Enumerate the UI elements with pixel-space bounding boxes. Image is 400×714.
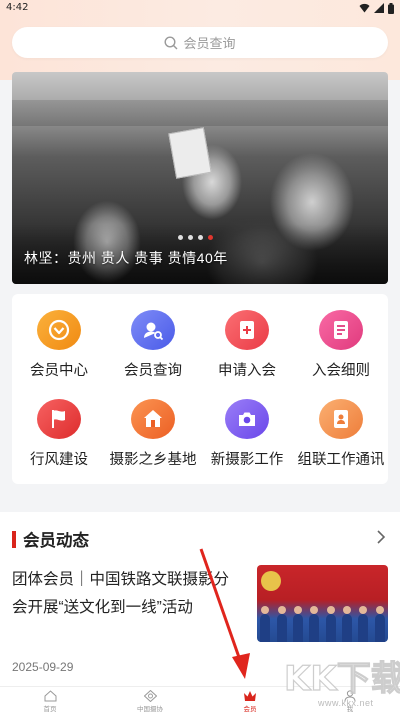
grid-label: 申请入会 [218,363,276,379]
grid-item-liaison-news[interactable]: 组联工作通讯 [294,383,388,469]
search-placeholder: 会员查询 [183,36,236,51]
nav-item-association[interactable]: 中国摄协 [100,687,200,714]
search-bar[interactable]: 会员查询 [12,27,388,58]
contact-book-icon [319,399,363,439]
nav-item-home[interactable]: 首页 [0,687,100,714]
news-item-date: 2025-09-29 [12,660,74,674]
grid-label: 摄影之乡基地 [109,452,197,468]
member-center-icon [37,310,81,350]
watermark-url: www.kkx.net [318,698,374,708]
status-time: 4:42 [6,2,29,13]
flag-icon [37,399,81,439]
banner-photo-sign [168,127,212,179]
thumbnail-people [257,606,388,642]
chevron-right-icon[interactable] [376,529,386,545]
banner-carousel[interactable]: 林坚：贵州 贵人 贵事 贵情40年 [12,72,388,284]
join-rules-icon [319,310,363,350]
news-section-title: 会员动态 [23,532,89,550]
annotation-arrow-icon [199,548,250,679]
nav-label: 中国摄协 [137,706,163,713]
svg-text:KK下载: KK下载 [284,659,400,698]
search-icon [164,35,178,49]
grid-item-member-search[interactable]: 会员查询 [106,294,200,380]
member-search-icon [131,310,175,350]
grid-label: 会员查询 [124,363,182,379]
section-accent-bar [12,530,16,548]
grid-item-apply-join[interactable]: 申请入会 [200,294,294,380]
battery-icon [388,2,394,14]
status-bar: 4:42 [0,0,400,16]
apply-join-icon [225,310,269,350]
news-item-thumbnail[interactable] [257,565,388,642]
grid-item-photo-base[interactable]: 摄影之乡基地 [106,383,200,469]
banner-dot[interactable] [178,235,183,240]
nav-label: 会员 [243,706,257,713]
status-icons [359,2,394,14]
banner-dot-active[interactable] [208,235,213,240]
wifi-icon [359,3,370,13]
banner-caption: 林坚：贵州 贵人 贵事 贵情40年 [24,250,228,266]
grid-item-new-photo-work[interactable]: 新摄影工作 [200,383,294,469]
grid-item-join-rules[interactable]: 入会细则 [294,294,388,380]
grid-label: 入会细则 [312,363,370,379]
grid-label: 新摄影工作 [210,452,284,468]
home-base-icon [131,399,175,439]
camera-icon [225,399,269,439]
emblem-icon [261,571,281,591]
association-icon [143,690,157,702]
banner-photo-detail [12,100,388,126]
watermark-logo: KK下载 [283,658,400,698]
home-icon [44,690,56,702]
signal-icon [374,3,384,13]
news-header: 会员动态 [12,527,89,551]
grid-item-conduct[interactable]: 行风建设 [12,383,106,469]
banner-dot[interactable] [188,235,193,240]
grid-label: 会员中心 [30,363,88,379]
nav-label: 首页 [43,706,57,713]
grid-label: 组联工作通讯 [297,452,385,468]
grid-label: 行风建设 [30,452,88,468]
function-grid: 会员中心 会员查询 申请入会 入会细则 行风建设 摄影之乡基地 新摄影工作 组联… [12,294,388,484]
crown-icon [244,691,256,701]
grid-item-member-center[interactable]: 会员中心 [12,294,106,380]
banner-dots [178,235,213,240]
banner-dot[interactable] [198,235,203,240]
